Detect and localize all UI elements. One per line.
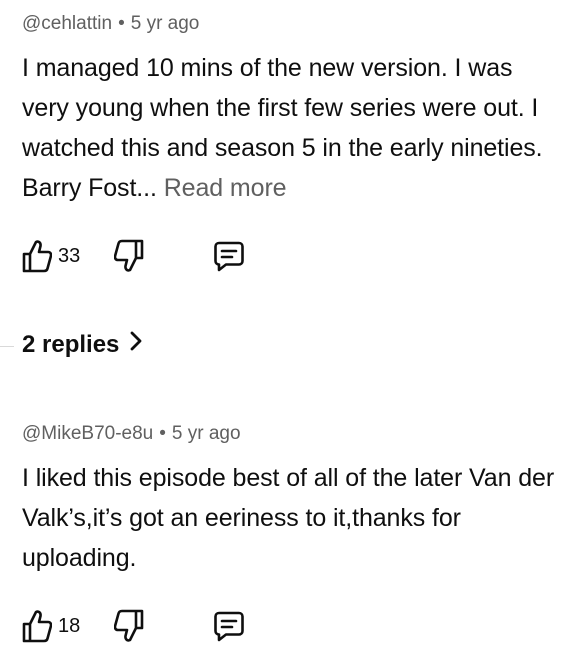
comment-reply-icon <box>212 609 246 643</box>
thumbs-down-icon <box>114 609 144 643</box>
dislike-button[interactable] <box>114 239 144 273</box>
thread-connector <box>0 346 14 347</box>
like-button[interactable]: 33 <box>22 239 98 273</box>
comment-body: I liked this episode best of all of the … <box>22 464 555 572</box>
read-more-link[interactable]: Read more <box>164 174 287 202</box>
dislike-button[interactable] <box>114 609 144 643</box>
replies-label: 2 replies <box>22 330 120 358</box>
comment-timestamp[interactable]: 5 yr ago <box>172 423 241 444</box>
reply-button[interactable] <box>212 239 246 273</box>
like-button[interactable]: 18 <box>22 609 98 643</box>
comment-author[interactable]: @MikeB70-e8u <box>22 423 153 444</box>
comment-reply-icon <box>212 239 246 273</box>
meta-separator: • <box>118 13 125 34</box>
comment-actions: 18 <box>22 608 562 644</box>
comment-meta: @MikeB70-e8u • 5 yr ago <box>22 420 562 448</box>
thumbs-up-icon <box>22 239 52 273</box>
thumbs-up-icon <box>22 609 52 643</box>
like-count: 33 <box>58 244 81 267</box>
comment: @MikeB70-e8u • 5 yr ago I liked this episo… <box>22 420 562 644</box>
comment-timestamp[interactable]: 5 yr ago <box>131 13 200 34</box>
comment-meta: @cehlattin • 5 yr ago <box>22 10 562 38</box>
reply-button[interactable] <box>212 609 246 643</box>
comment-author[interactable]: @cehlattin <box>22 13 112 34</box>
comment-text: I liked this episode best of all of the … <box>22 458 562 578</box>
comment-actions: 33 <box>22 238 562 274</box>
comment: @cehlattin • 5 yr ago I managed 10 mins of… <box>22 10 562 274</box>
chevron-right-icon <box>129 330 143 359</box>
meta-separator: • <box>159 423 166 444</box>
comment-text: I managed 10 mins of the new version. I … <box>22 48 562 208</box>
like-count: 18 <box>58 614 81 637</box>
replies-toggle[interactable]: 2 replies <box>22 330 143 359</box>
thumbs-down-icon <box>114 239 144 273</box>
